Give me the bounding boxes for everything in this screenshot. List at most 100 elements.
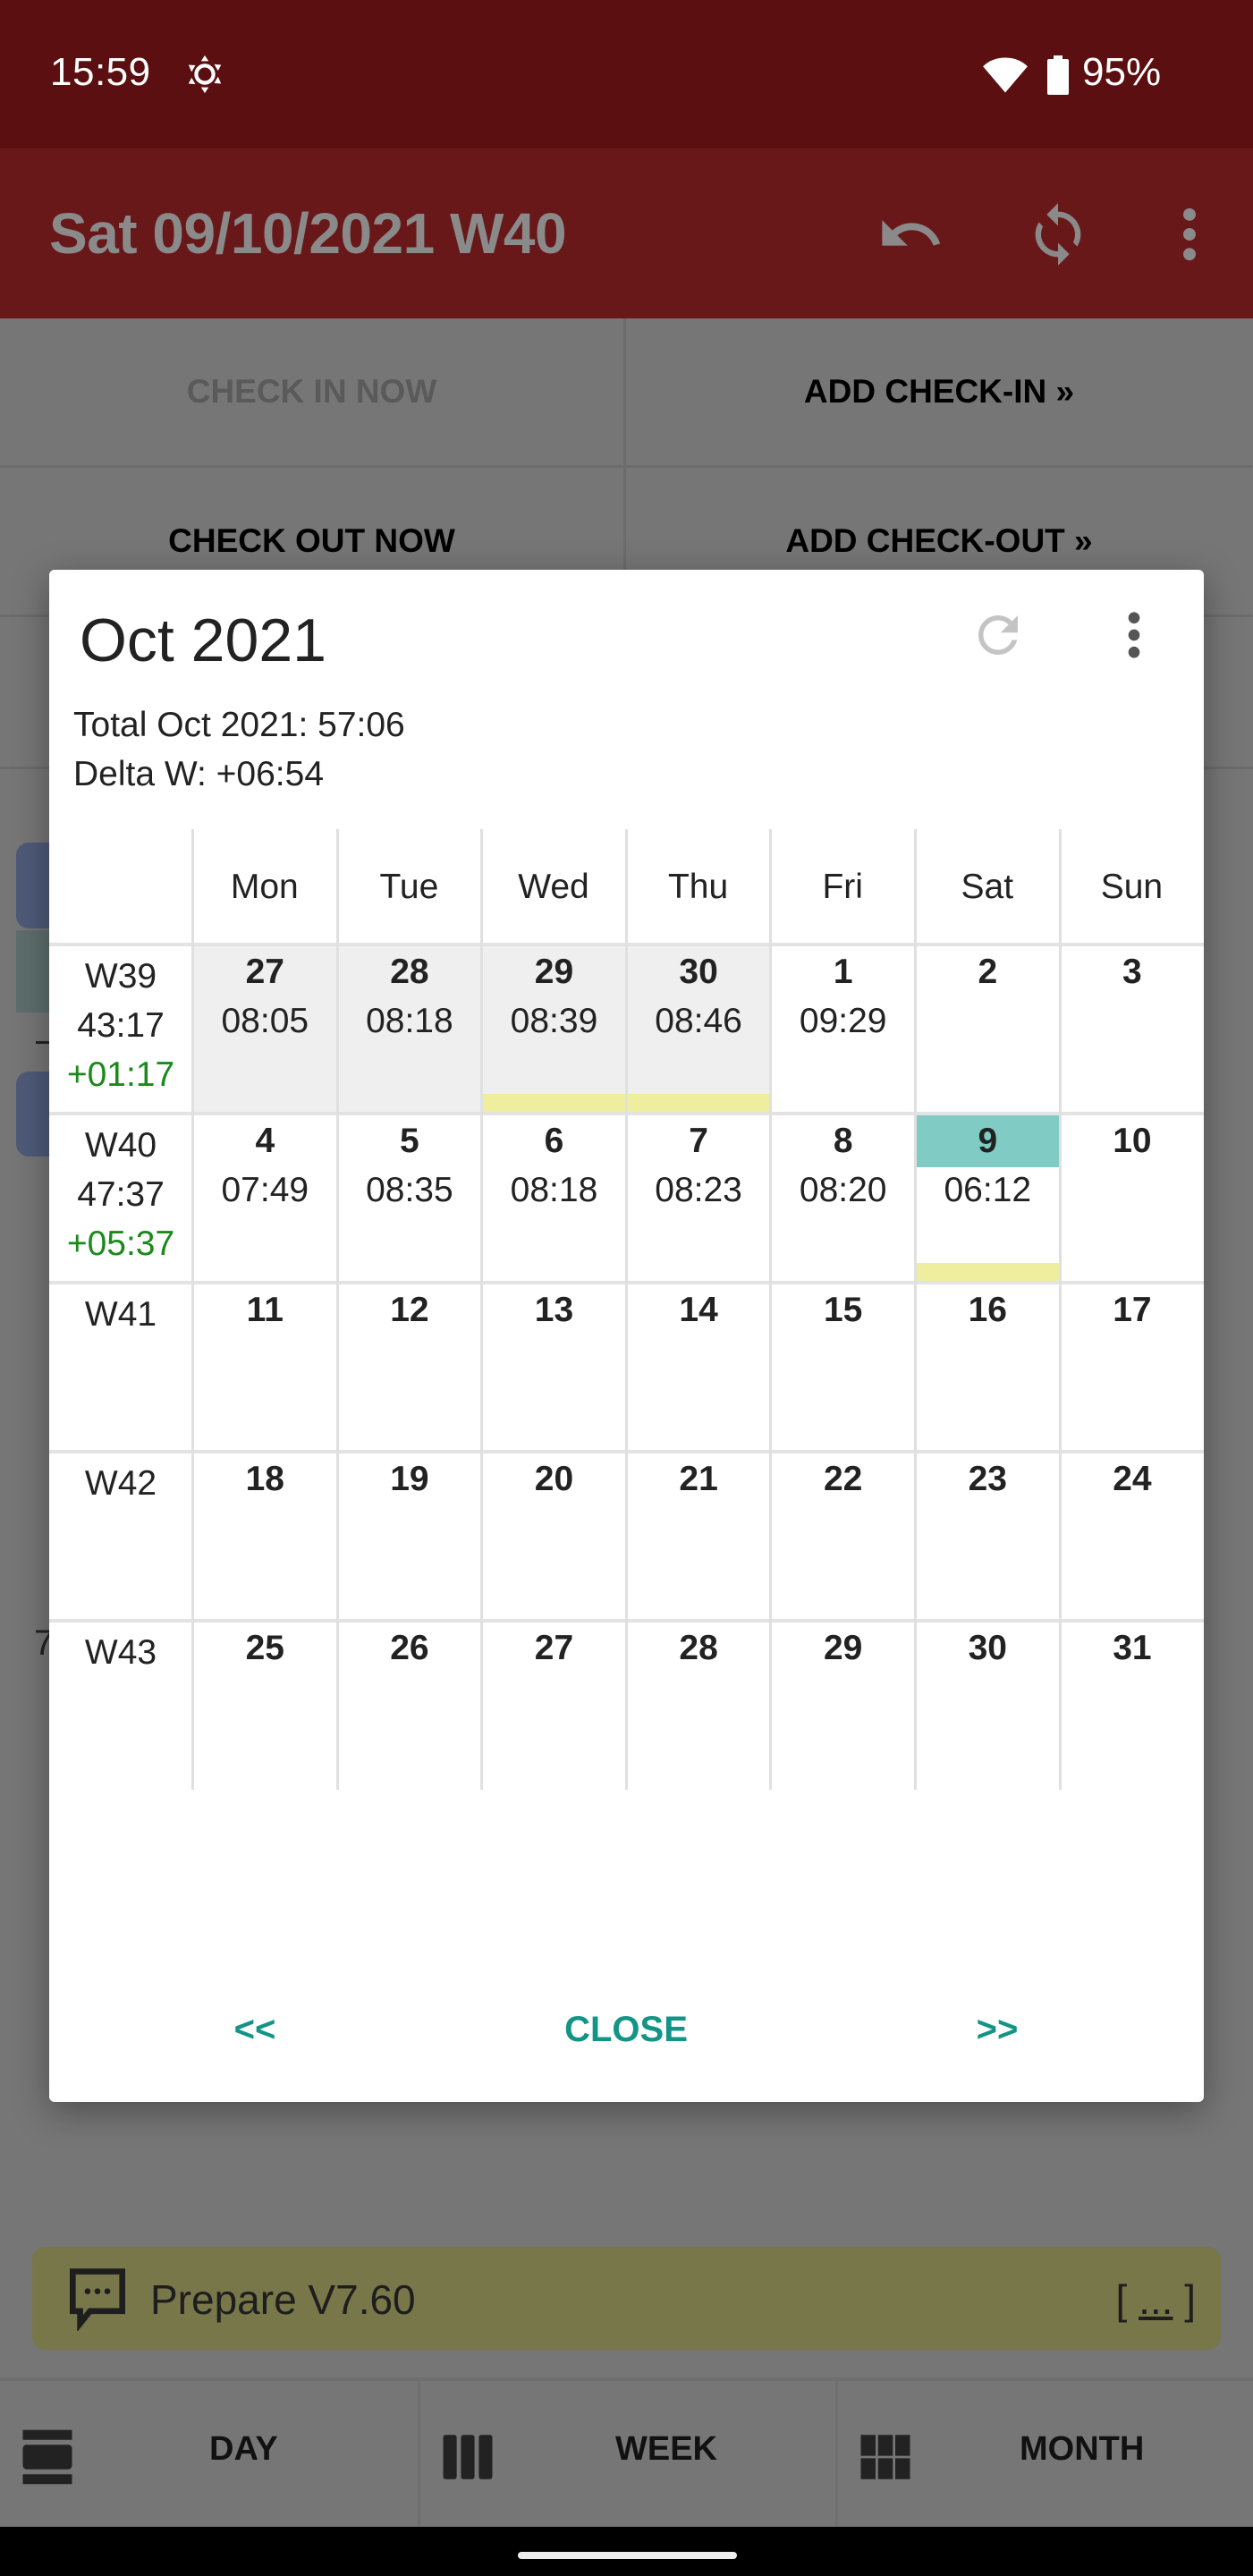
calendar-day-cell[interactable]: 6 08:18 [483,1115,625,1281]
battery-percent: 95% [1082,50,1162,94]
calendar-day-cell[interactable]: 25 [194,1623,336,1788]
calendar-day-cell[interactable]: 14 [628,1284,770,1450]
day-note-marker [483,1094,625,1112]
bracket-open: [ [1115,2276,1139,2323]
calendar-day-cell[interactable]: 4 07:49 [194,1115,336,1281]
battery-icon [1047,55,1069,95]
calendar-day-cell[interactable]: 7 08:23 [628,1115,770,1281]
calendar-day-cell[interactable]: 27 [483,1623,625,1788]
close-button[interactable]: CLOSE [532,2010,720,2050]
calendar-day-cell[interactable]: 23 [917,1453,1059,1619]
nav-day-label: DAY [209,2430,278,2468]
check-in-now-button[interactable]: CHECK IN NOW [0,318,626,468]
calendar-day-cell[interactable]: 5 08:35 [339,1115,481,1281]
calendar-day-cell[interactable]: 13 [483,1284,625,1450]
day-number: 7 [689,1122,708,1160]
day-number: 25 [245,1629,284,1667]
day-worked-time: 08:39 [510,1002,598,1040]
more-vert-icon[interactable] [1156,200,1223,268]
dialog-title: Oct 2021 [80,606,326,674]
calendar-day-cell[interactable]: 27 08:05 [194,946,336,1112]
week-summary[interactable]: W41 [49,1286,192,1437]
grid-column-divider [1058,829,1062,1790]
calendar-day-cell[interactable]: 10 [1062,1115,1204,1281]
nav-week[interactable]: WEEK [418,2381,835,2527]
nav-month[interactable]: MONTH [835,2381,1253,2527]
week-total [49,1677,192,1726]
day-number: 15 [823,1291,863,1329]
day-worked-time: 08:05 [221,1002,309,1040]
calendar-day-cell[interactable]: 28 08:18 [338,946,481,1112]
day-number: 28 [390,953,429,991]
add-check-in-button[interactable]: ADD CHECK-IN » [626,318,1252,468]
calendar-day-cell[interactable]: 21 [628,1453,770,1619]
calendar-day-cell[interactable]: 15 [772,1284,914,1450]
calendar-day-cell[interactable]: 22 [772,1453,914,1619]
more-vert-icon[interactable] [1105,606,1164,665]
day-worked-time: 08:35 [366,1171,453,1209]
week-label: W40 [84,1126,157,1165]
next-month-button[interactable]: >> [961,2010,1033,2050]
day-number: 13 [534,1291,574,1329]
day-number: 4 [255,1122,275,1160]
previous-month-button[interactable]: << [219,2010,291,2050]
day-worked-time: 07:49 [221,1171,309,1209]
week-summary[interactable]: W39 43:17 +01:17 [49,948,192,1099]
calendar-day-cell[interactable]: 16 [917,1284,1059,1450]
calendar-day-cell[interactable]: 8 08:20 [772,1115,914,1281]
week-summary[interactable]: W42 [49,1455,192,1606]
day-number: 5 [400,1122,419,1160]
grid-column-divider [191,829,194,1790]
weekday-header: Sun [1100,867,1164,906]
calendar-day-cell[interactable]: 30 08:46 [627,946,770,1112]
day-number: 8 [833,1122,853,1160]
day-number: 23 [968,1460,1007,1498]
note-expand-button[interactable]: [ ... ] [1116,2275,1196,2324]
calendar-day-cell[interactable]: 11 [194,1284,336,1450]
bottom-nav: DAY WEEK MONTH [0,2377,1253,2527]
nav-day[interactable]: DAY [0,2381,418,2527]
wifi-icon [983,57,1028,93]
day-number: 28 [679,1629,718,1667]
calendar-day-cell[interactable]: 2 [917,946,1059,1112]
day-number: 10 [1113,1122,1152,1160]
day-number: 20 [534,1460,574,1498]
refresh-icon[interactable] [969,606,1028,665]
calendar-day-cell[interactable]: 3 [1062,946,1204,1112]
calendar-day-cell[interactable]: 31 [1062,1623,1204,1788]
home-gesture-handle[interactable] [518,2552,737,2559]
week-summary[interactable]: W40 47:37 +05:37 [49,1117,192,1268]
weekday-header: Wed [518,867,589,906]
undo-icon[interactable] [876,200,944,268]
calendar-day-cell[interactable]: 9 06:12 [917,1115,1059,1281]
calendar-day-cell[interactable]: 29 [772,1623,914,1788]
bracket-close: ] [1173,2276,1196,2323]
day-number: 30 [968,1629,1007,1667]
calendar-day-cell[interactable]: 17 [1062,1284,1204,1450]
week-delta [49,1726,192,1775]
sync-icon[interactable] [1024,200,1092,268]
calendar-day-cell[interactable]: 20 [483,1453,625,1619]
day-number: 17 [1113,1291,1152,1329]
toolbar-title[interactable]: Sat 09/10/2021 W40 [49,200,567,267]
calendar-day-cell[interactable]: 19 [339,1453,481,1619]
calendar-day-cell[interactable]: 1 09:29 [772,946,914,1112]
week-label: W39 [84,957,157,996]
week-label: W41 [84,1295,157,1334]
grid-column-divider [335,829,339,1790]
calendar-day-cell[interactable]: 24 [1062,1453,1204,1619]
view-day-icon [22,2429,72,2485]
calendar-day-cell[interactable]: 26 [339,1623,481,1788]
calendar-day-cell[interactable]: 18 [194,1453,336,1619]
weekday-header: Sat [961,867,1014,906]
note-bar[interactable]: Prepare V7.60 [ ... ] [32,2247,1221,2350]
calendar-day-cell[interactable]: 29 08:39 [483,946,625,1112]
brightness-auto-icon [188,55,222,94]
comment-icon [69,2268,126,2331]
calendar-day-cell[interactable]: 28 [628,1623,770,1788]
week-summary[interactable]: W43 [49,1624,192,1775]
day-worked-time: 08:18 [510,1171,598,1209]
note-expand-link[interactable]: ... [1139,2276,1173,2323]
calendar-day-cell[interactable]: 12 [339,1284,481,1450]
calendar-day-cell[interactable]: 30 [917,1623,1059,1788]
